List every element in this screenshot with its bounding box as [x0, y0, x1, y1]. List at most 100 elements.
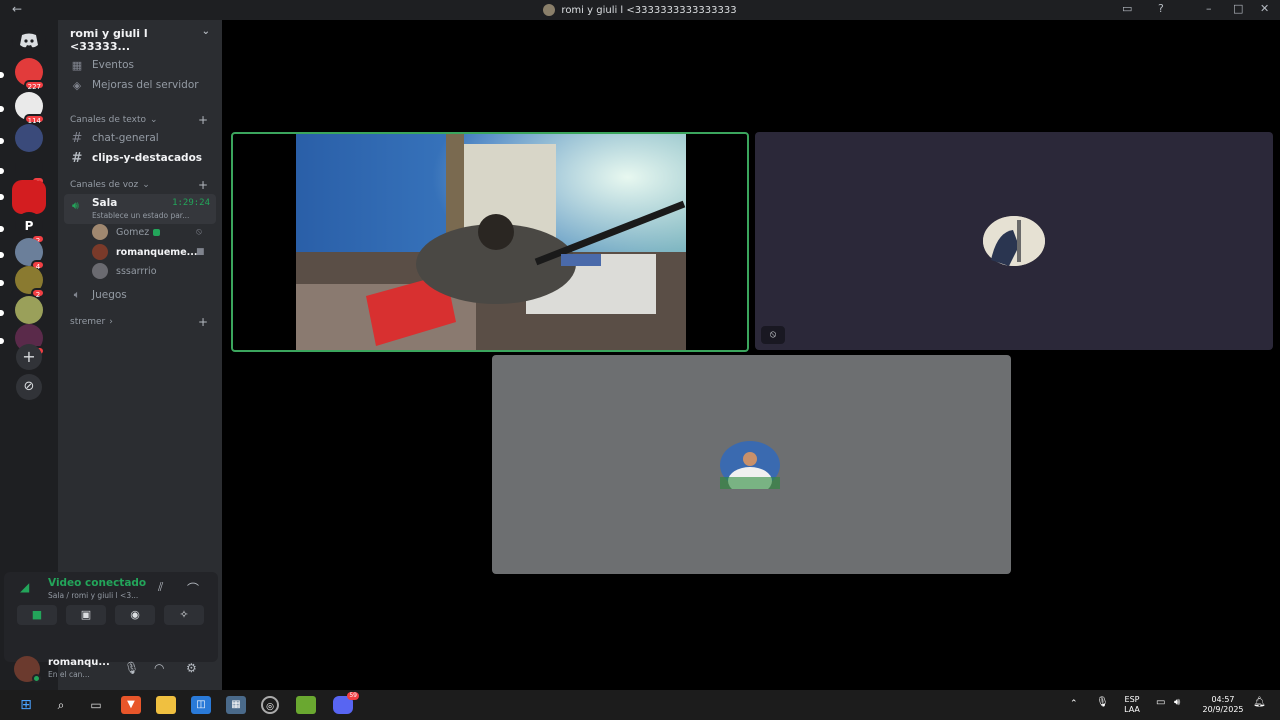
boosts-nav-item[interactable]: ◈ Mejoras del servidor [70, 77, 199, 93]
camera-button[interactable]: ■ [17, 605, 57, 625]
voice-user-romanqueme[interactable]: romanqueme... ■ [92, 243, 205, 261]
boost-icon: ◈ [72, 78, 82, 92]
microphone-icon[interactable]: 🎙︎ [124, 661, 139, 675]
muted-icon: ⦸ [196, 227, 202, 237]
help-icon[interactable]: ? [1158, 2, 1164, 15]
server-icon[interactable]: 4 [15, 238, 45, 271]
headphones-icon[interactable]: ◠ [154, 661, 164, 675]
voice-user-gomez[interactable]: Gomez ⦸ [92, 223, 202, 241]
unread-indicator [0, 194, 4, 200]
discord-taskbar-icon[interactable]: 59 [333, 692, 359, 714]
noise-suppression-icon[interactable]: ⫽ [158, 580, 163, 595]
server-icon[interactable]: P2 [15, 212, 45, 245]
username[interactable]: romanqu... [48, 657, 110, 668]
windows-start-icon[interactable]: ⊞ [16, 696, 36, 714]
title-bar: ← romi y giuli l <3333333333333333 ▭ ? –… [0, 0, 1280, 20]
video-tile-avatar-2[interactable] [492, 355, 1011, 574]
unread-indicator [0, 310, 4, 316]
video-tile-avatar-1[interactable]: ⦸ [755, 132, 1273, 350]
voice-user-sssarrrio[interactable]: sssarrrio [92, 262, 157, 280]
disconnect-icon[interactable]: ⌒ [187, 580, 199, 597]
events-nav-item[interactable]: ▦ Eventos [70, 57, 134, 73]
soundboard-icon: ✧ [179, 608, 189, 621]
close-icon[interactable]: ✕ [1260, 2, 1269, 15]
speaker-icon: 🔊︎ [72, 199, 79, 212]
channel-clips-y-destacados[interactable]: # clips-y-destacados [70, 150, 202, 166]
gamepad-icon: ◉ [130, 608, 140, 621]
inbox-icon[interactable]: ▭ [1122, 2, 1132, 15]
window-title: romi y giuli l <3333333333333333 [0, 4, 1280, 16]
camera-icon: ■ [196, 247, 205, 257]
volume-icon[interactable]: 🔊︎ [1174, 698, 1180, 708]
chrome-icon[interactable]: ◎ [261, 696, 279, 714]
minimize-icon[interactable]: – [1206, 2, 1212, 15]
calculator-icon[interactable]: ▦ [226, 696, 246, 714]
chevron-right-icon: › [109, 317, 113, 327]
unread-indicator [0, 168, 4, 174]
server-icon[interactable]: 2 [15, 266, 45, 299]
camera-feed [296, 134, 686, 350]
store-icon[interactable]: ◫ [191, 696, 211, 714]
add-channel-icon[interactable]: + [198, 178, 208, 192]
server-icon[interactable] [15, 296, 43, 324]
voice-status-title[interactable]: Video conectado [48, 577, 146, 589]
voice-channels-category[interactable]: Canales de voz ⌄ + [70, 178, 208, 192]
maximize-icon[interactable]: □ [1233, 2, 1243, 15]
explore-servers-icon[interactable]: ⊘ [16, 374, 42, 400]
voice-status-subtitle[interactable]: Sala / romi y giuli l <3... [48, 591, 138, 600]
android-app-icon[interactable] [296, 696, 316, 714]
task-view-icon[interactable]: ▭ [86, 696, 106, 714]
windows-taskbar: ⊞ ⌕ ▭ ▼ ◫ ▦ ◎ 59 ⌃ 🎙︎ ESP LAA ▭ 🔊︎ 04:57… [0, 690, 1280, 720]
stremer-category[interactable]: stremer › + [70, 315, 208, 329]
set-status-prompt[interactable]: Establece un estado par... [92, 211, 189, 220]
clock-date: 20/9/2025 [1202, 705, 1244, 714]
video-on-icon [153, 228, 161, 236]
server-icon[interactable] [15, 124, 43, 152]
unread-indicator [0, 106, 4, 112]
calendar-icon: ▦ [71, 58, 83, 72]
server-icon[interactable]: 1 [15, 154, 45, 187]
activities-button[interactable]: ◉ [115, 605, 155, 625]
channel-label: Juegos [92, 289, 127, 301]
voice-user-name: sssarrrio [116, 265, 157, 277]
soundboard-button[interactable]: ✧ [164, 605, 204, 625]
chevron-down-icon: ⌄ [150, 115, 158, 125]
unread-indicator [0, 72, 4, 78]
search-icon[interactable]: ⌕ [51, 696, 71, 714]
voice-channel-sala[interactable]: 🔊︎ Sala 1:29:24 Establece un estado par.… [64, 194, 216, 224]
network-icon[interactable]: ▭ [1156, 698, 1165, 708]
voice-channel-juegos[interactable]: 🔈︎ Juegos [70, 287, 127, 303]
boosts-label: Mejoras del servidor [92, 79, 199, 91]
avatar [720, 441, 780, 495]
channel-label: clips-y-destacados [92, 152, 203, 164]
clock[interactable]: 04:57 20/9/2025 [1196, 695, 1250, 715]
add-channel-icon[interactable]: + [198, 315, 208, 329]
settings-gear-icon[interactable]: ⚙︎ [186, 661, 197, 675]
share-screen-button[interactable]: ▣ [66, 605, 106, 625]
notification-badge: 59 [347, 692, 359, 700]
window-title-text: romi y giuli l <3333333333333333 [561, 5, 737, 16]
brave-browser-icon[interactable]: ▼ [121, 696, 141, 714]
add-server-icon[interactable]: + [16, 344, 42, 370]
camera-icon: ■ [31, 608, 43, 621]
chevron-up-icon[interactable]: ⌃ [1070, 699, 1078, 709]
language-indicator[interactable]: ESP LAA [1122, 695, 1142, 715]
server-icon[interactable]: 114 [15, 92, 45, 125]
server-icon[interactable] [12, 180, 46, 214]
video-tile-camera[interactable] [231, 132, 749, 352]
microphone-icon[interactable]: 🎙︎ [1096, 698, 1109, 708]
call-timer: 1:29:24 [172, 198, 210, 208]
speaker-icon: 🔈︎ [73, 288, 81, 301]
add-channel-icon[interactable]: + [198, 113, 208, 127]
notification-bell-icon[interactable]: 🔔︎ [1253, 698, 1266, 708]
unread-indicator [0, 138, 4, 144]
text-channels-category[interactable]: Canales de texto ⌄ + [70, 113, 208, 127]
server-icon[interactable]: 227 [15, 58, 45, 91]
file-explorer-icon[interactable] [156, 696, 176, 714]
hash-icon: # [71, 150, 83, 166]
signal-icon: ◢ [20, 580, 30, 594]
channel-chat-general[interactable]: # chat-general [70, 130, 159, 146]
clock-time: 04:57 [1211, 695, 1235, 704]
discord-home-icon[interactable] [12, 24, 46, 58]
server-header[interactable]: romi y giuli l <33333... ⌄ [58, 20, 222, 53]
